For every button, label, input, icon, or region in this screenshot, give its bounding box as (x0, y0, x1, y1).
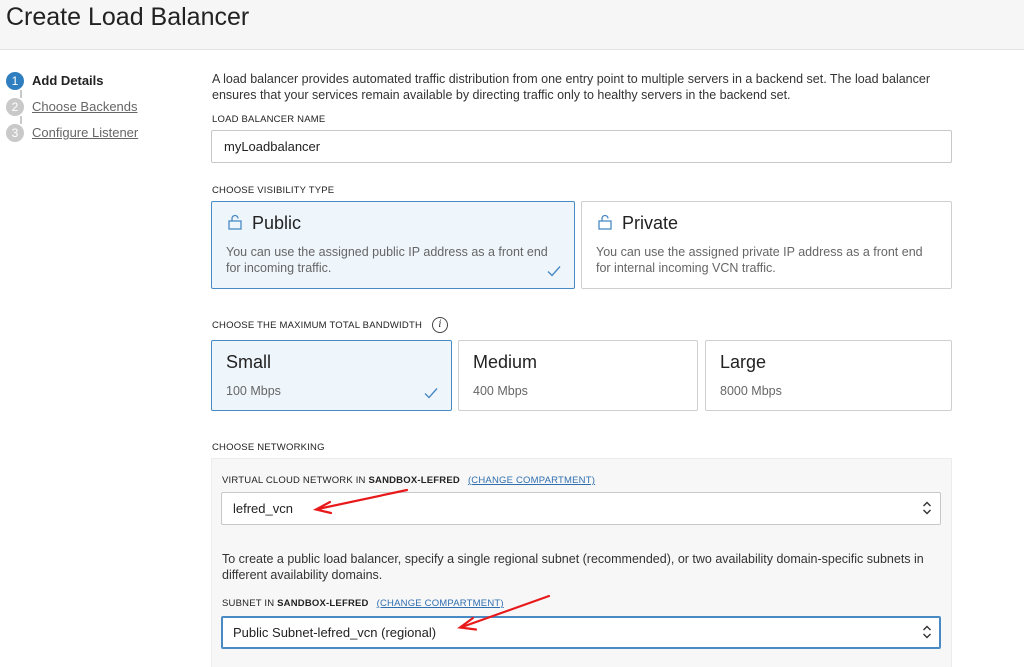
option-title: Public (252, 213, 302, 233)
vcn-compartment-name: SANDBOX-LEFRED (368, 475, 460, 486)
vcn-label: VIRTUAL CLOUD NETWORK IN SANDBOX-LEFRED (… (222, 475, 595, 486)
bandwidth-label: CHOOSE THE MAXIMUM TOTAL BANDWIDTH (212, 320, 423, 331)
intro-text: A load balancer provides automated traff… (212, 72, 930, 102)
vcn-label-prefix: VIRTUAL CLOUD NETWORK IN (222, 475, 369, 486)
unlock-icon (228, 214, 242, 230)
checkmark-icon (424, 388, 438, 399)
visibility-label: CHOOSE VISIBILITY TYPE (212, 185, 335, 196)
change-compartment-link[interactable]: (CHANGE COMPARTMENT) (377, 598, 504, 609)
option-description: You can use the assigned private IP addr… (596, 245, 923, 275)
step-label: Add Details (32, 73, 104, 88)
subnet-select[interactable]: Public Subnet-lefred_vcn (regional) (221, 616, 941, 649)
option-title: Large (720, 352, 767, 372)
info-icon[interactable]: i (432, 317, 448, 333)
subnet-help-text: To create a public load balancer, specif… (222, 552, 924, 582)
bandwidth-option-medium[interactable]: Medium 400 Mbps (458, 340, 698, 411)
select-arrows-icon (923, 625, 931, 639)
bandwidth-option-large[interactable]: Large 8000 Mbps (705, 340, 952, 411)
visibility-option-private[interactable]: Private You can use the assigned private… (581, 201, 952, 289)
option-title: Private (622, 213, 679, 233)
checkmark-icon (547, 266, 561, 277)
vcn-select-value: lefred_vcn (233, 501, 293, 516)
page-title: Create Load Balancer (6, 3, 250, 31)
visibility-option-public[interactable]: Public You can use the assigned public I… (211, 201, 575, 289)
step-label: Choose Backends (32, 99, 138, 114)
page-header: Create Load Balancer (0, 0, 1024, 50)
step-number: 1 (6, 72, 24, 90)
change-compartment-link[interactable]: (CHANGE COMPARTMENT) (468, 475, 595, 486)
option-title: Medium (473, 352, 538, 372)
subnet-compartment-name: SANDBOX-LEFRED (277, 598, 369, 609)
option-value: 100 Mbps (226, 384, 281, 398)
subnet-select-value: Public Subnet-lefred_vcn (regional) (233, 625, 437, 640)
option-title: Small (226, 352, 272, 372)
step-connector (20, 116, 22, 124)
unlock-icon (598, 214, 612, 230)
step-number: 3 (6, 124, 24, 142)
subnet-label: SUBNET IN SANDBOX-LEFRED (CHANGE COMPARTM… (222, 598, 504, 609)
bandwidth-option-small[interactable]: Small 100 Mbps (211, 340, 452, 411)
load-balancer-name-input[interactable]: myLoadbalancer (211, 130, 952, 163)
select-arrows-icon (923, 501, 931, 515)
subnet-label-prefix: SUBNET IN (222, 598, 278, 609)
name-label: LOAD BALANCER NAME (212, 114, 326, 125)
vcn-select[interactable]: lefred_vcn (221, 492, 941, 525)
step-connector (20, 90, 22, 98)
option-value: 400 Mbps (473, 384, 528, 398)
networking-label: CHOOSE NETWORKING (212, 442, 325, 453)
step-number: 2 (6, 98, 24, 116)
option-value: 8000 Mbps (720, 384, 782, 398)
step-label: Configure Listener (32, 125, 139, 140)
option-description: You can use the assigned public IP addre… (226, 245, 548, 275)
